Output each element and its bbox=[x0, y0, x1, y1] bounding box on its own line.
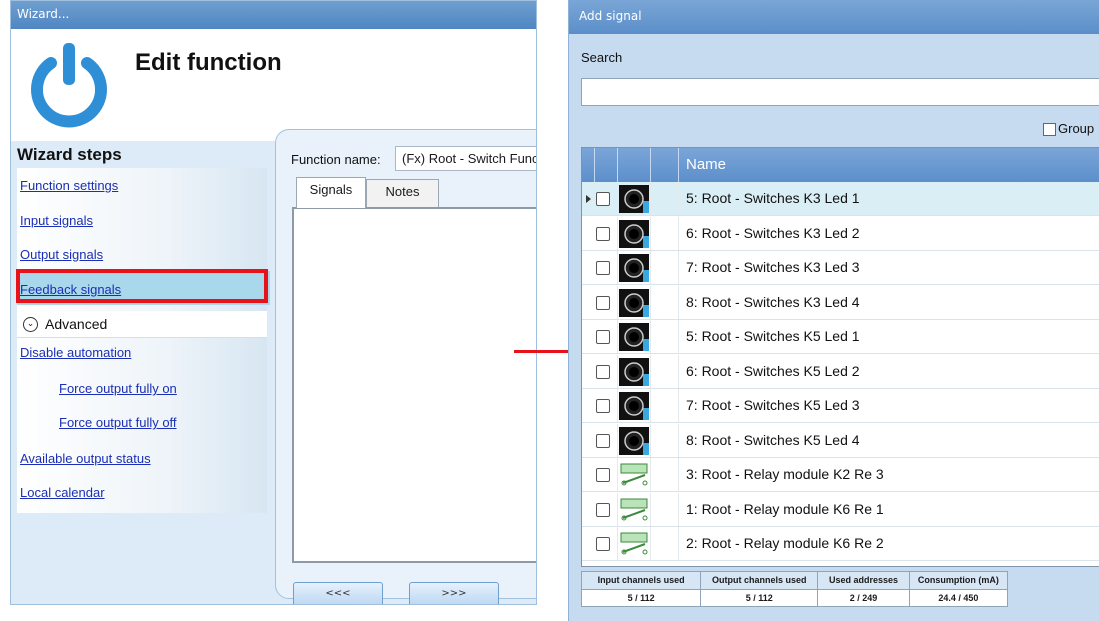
function-name-label: Function name: bbox=[291, 152, 381, 167]
wizard-header: Edit function bbox=[11, 29, 536, 141]
step-input-signals[interactable]: Input signals bbox=[20, 213, 93, 228]
feedback-signals-highlight bbox=[16, 269, 268, 303]
led-icon bbox=[619, 185, 649, 213]
search-input[interactable] bbox=[581, 78, 1099, 106]
led-icon bbox=[619, 357, 649, 386]
row-checkbox[interactable] bbox=[596, 433, 610, 448]
table-row[interactable]: 6: Root - Switches K3 Led 2 bbox=[582, 216, 1099, 251]
power-icon bbox=[31, 43, 107, 128]
row-name: 8: Root - Switches K5 Led 4 bbox=[686, 431, 860, 448]
row-name: 6: Root - Switches K3 Led 2 bbox=[686, 224, 860, 241]
relay-icon bbox=[619, 461, 649, 489]
row-checkbox[interactable] bbox=[596, 261, 610, 275]
step-force-output-fully-off[interactable]: Force output fully off bbox=[59, 415, 177, 430]
step-local-calendar[interactable]: Local calendar bbox=[20, 485, 105, 500]
row-checkbox[interactable] bbox=[596, 502, 610, 517]
table-row[interactable]: 7: Root - Switches K5 Led 3 bbox=[582, 389, 1099, 423]
step-output-signals[interactable]: Output signals bbox=[20, 247, 103, 262]
row-name: 7: Root - Switches K5 Led 3 bbox=[686, 397, 860, 413]
page-title: Edit function bbox=[135, 49, 282, 76]
relay-icon bbox=[619, 496, 649, 524]
row-name: 3: Root - Relay module K2 Re 3 bbox=[686, 466, 884, 482]
signal-grid: Name 5: Root - Switches K3 Led 1 6: Root … bbox=[581, 147, 1099, 567]
row-name: 2: Root - Relay module K6 Re 2 bbox=[686, 535, 884, 551]
function-name-input[interactable]: (Fx) Root - Switch Function 1 bbox=[395, 146, 536, 171]
led-icon bbox=[619, 323, 649, 351]
table-row[interactable]: 6: Root - Switches K5 Led 2 bbox=[582, 354, 1099, 389]
row-checkbox[interactable] bbox=[596, 295, 610, 310]
search-label: Search bbox=[581, 50, 623, 65]
led-icon bbox=[619, 254, 649, 282]
row-checkbox[interactable] bbox=[596, 364, 610, 379]
row-name: 6: Root - Switches K5 Led 2 bbox=[686, 362, 860, 379]
tab-signals[interactable]: Signals bbox=[296, 177, 366, 208]
table-row[interactable]: 8: Root - Switches K5 Led 4 bbox=[582, 423, 1099, 458]
add-signal-window: Add signal Search Group Name 5: Root - S… bbox=[568, 0, 1099, 621]
row-checkbox[interactable] bbox=[596, 537, 610, 551]
led-icon bbox=[619, 426, 649, 455]
add-signal-titlebar: Add signal bbox=[569, 0, 1099, 34]
led-icon bbox=[619, 392, 649, 420]
stat-used-addresses: Used addresses 2 / 249 bbox=[818, 572, 910, 606]
table-row[interactable]: 7: Root - Switches K3 Led 3 bbox=[582, 251, 1099, 285]
usage-stats: Input channels used 5 / 112 Output chann… bbox=[581, 571, 1008, 607]
row-checkbox[interactable] bbox=[596, 330, 610, 344]
row-name: 8: Root - Switches K3 Led 4 bbox=[686, 293, 860, 310]
advanced-label[interactable]: Advanced bbox=[45, 316, 107, 332]
row-name: 1: Root - Relay module K6 Re 1 bbox=[686, 500, 884, 517]
group-label: Group bbox=[1058, 121, 1095, 136]
led-icon bbox=[619, 219, 649, 248]
next-button[interactable]: >>> bbox=[409, 582, 499, 604]
table-row[interactable]: 8: Root - Switches K3 Led 4 bbox=[582, 285, 1099, 320]
tab-notes[interactable]: Notes bbox=[366, 179, 439, 209]
grid-header: Name bbox=[582, 148, 1099, 182]
chevron-down-icon[interactable]: ⌄ bbox=[23, 317, 38, 332]
stat-input-channels: Input channels used 5 / 112 bbox=[582, 572, 702, 606]
step-disable-automation[interactable]: Disable automation bbox=[20, 345, 131, 360]
row-pointer-icon bbox=[586, 195, 591, 203]
row-name: 5: Root - Switches K3 Led 1 bbox=[686, 190, 860, 206]
table-row[interactable]: 2: Root - Relay module K6 Re 2 bbox=[582, 527, 1099, 561]
row-name: 5: Root - Switches K5 Led 1 bbox=[686, 328, 860, 344]
row-checkbox[interactable] bbox=[596, 468, 610, 482]
step-force-output-fully-on[interactable]: Force output fully on bbox=[59, 381, 177, 396]
table-row[interactable]: 1: Root - Relay module K6 Re 1 bbox=[582, 492, 1099, 527]
row-name: 7: Root - Switches K3 Led 3 bbox=[686, 259, 860, 275]
table-row[interactable]: 5: Root - Switches K5 Led 1 bbox=[582, 320, 1099, 354]
stat-consumption: Consumption (mA) 24.4 / 450 bbox=[909, 572, 1007, 606]
row-checkbox[interactable] bbox=[596, 192, 610, 206]
previous-button[interactable]: <<< bbox=[293, 582, 383, 604]
step-available-output-status[interactable]: Available output status bbox=[20, 451, 151, 466]
row-checkbox[interactable] bbox=[596, 399, 610, 413]
relay-icon bbox=[619, 530, 649, 558]
wizard-steps-title: Wizard steps bbox=[17, 145, 122, 164]
signals-list[interactable] bbox=[292, 207, 536, 563]
stat-output-channels: Output channels used 5 / 112 bbox=[701, 572, 819, 606]
column-header-name[interactable]: Name bbox=[686, 156, 726, 173]
wizard-window: Wizard... Edit function Wizard steps Fun… bbox=[10, 0, 537, 605]
table-row[interactable]: 3: Root - Relay module K2 Re 3 bbox=[582, 458, 1099, 492]
led-icon bbox=[619, 288, 649, 317]
table-row[interactable]: 5: Root - Switches K3 Led 1 bbox=[582, 182, 1099, 216]
row-checkbox[interactable] bbox=[596, 226, 610, 241]
step-function-settings[interactable]: Function settings bbox=[20, 178, 118, 193]
wizard-titlebar: Wizard... bbox=[11, 1, 536, 29]
group-checkbox[interactable] bbox=[1043, 123, 1056, 136]
